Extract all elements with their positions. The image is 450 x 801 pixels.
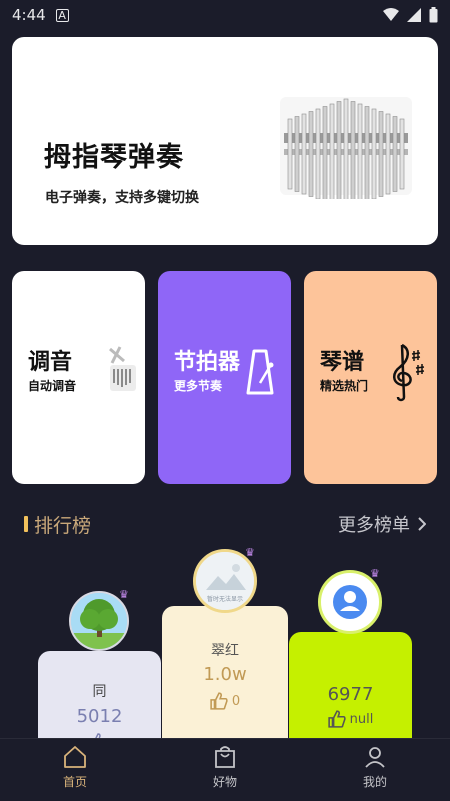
default-user-icon <box>333 585 367 619</box>
nav-shop-label: 好物 <box>212 775 237 789</box>
tuner-title: 调音 <box>28 350 73 375</box>
chevron-right-icon <box>418 517 426 531</box>
kalimba-tine <box>343 98 349 199</box>
more-rankings-label: 更多榜单 <box>338 515 410 536</box>
podium-second[interactable]: 同 5012 <box>38 651 161 751</box>
kalimba-tine <box>392 116 398 192</box>
tree-avatar-image <box>71 593 127 649</box>
crown-icon: ♛ <box>119 588 129 601</box>
home-icon <box>64 746 86 768</box>
crown-icon: ♛ <box>245 546 255 559</box>
status-time: 4:44 <box>12 6 46 24</box>
ranking-header: 排行榜 更多榜单 <box>24 510 426 538</box>
third-score: 6977 <box>327 684 374 705</box>
signal-icon <box>407 8 421 22</box>
metronome-card[interactable]: 节拍器 更多节奏 <box>158 271 291 484</box>
bottom-nav: 首页 好物 我的 <box>0 738 450 801</box>
more-rankings-link[interactable]: 更多榜单 <box>338 511 426 537</box>
hero-subtitle: 电子弹奏，支持多键切换 <box>45 190 199 206</box>
nav-profile[interactable]: 我的 <box>300 739 450 801</box>
second-name: 同 <box>92 684 107 700</box>
sheet-music-title: 琴谱 <box>320 350 365 375</box>
kalimba-tine <box>378 111 384 197</box>
ranking-title: 排行榜 <box>34 514 92 537</box>
first-likes-count: 0 <box>231 693 241 709</box>
kalimba-tine <box>385 113 391 195</box>
kalimba-tine <box>287 118 293 190</box>
nav-home[interactable]: 首页 <box>0 739 150 801</box>
kalimba-tine <box>301 113 307 195</box>
kalimba-tine <box>308 111 314 197</box>
hero-title: 拇指琴弹奏 <box>44 142 184 173</box>
battery-icon <box>429 7 438 23</box>
kalimba-tine <box>336 101 342 199</box>
first-likes: 0 <box>162 692 288 710</box>
status-bar: 4:44 A <box>0 0 450 30</box>
kalimba-tine <box>315 108 321 199</box>
third-likes: null <box>289 710 412 728</box>
nav-profile-label: 我的 <box>362 775 387 789</box>
shopping-bag-icon <box>215 746 235 768</box>
kalimba-image <box>280 97 412 199</box>
nav-home-label: 首页 <box>62 775 87 789</box>
sheet-music-card[interactable]: 琴谱 精选热门 <box>304 271 437 484</box>
podium-first[interactable]: 翠红 1.0w 0 <box>162 606 288 751</box>
profile-icon <box>365 747 385 768</box>
thumbs-up-icon <box>210 692 228 710</box>
crown-icon: ♛ <box>370 567 380 580</box>
second-score: 5012 <box>76 706 123 727</box>
kalimba-small-icon <box>109 346 136 391</box>
kalimba-tine <box>329 103 335 199</box>
metronome-title: 节拍器 <box>174 350 241 375</box>
first-avatar-caption: 暂时无法显示 <box>206 596 243 603</box>
kalimba-tine <box>371 108 377 199</box>
kalimba-tine <box>364 106 370 199</box>
metronome-subtitle: 更多节奏 <box>174 379 223 393</box>
nav-shop[interactable]: 好物 <box>150 739 300 801</box>
wifi-icon <box>383 8 399 21</box>
metronome-icon <box>246 349 274 395</box>
first-name: 翠红 <box>211 643 239 659</box>
kalimba-tine <box>322 106 328 199</box>
kalimba-tine <box>294 116 300 192</box>
kalimba-tine <box>357 103 363 199</box>
music-clef-icon <box>393 343 425 402</box>
kalimba-tine <box>399 118 405 190</box>
tuner-subtitle: 自动调音 <box>28 379 77 393</box>
kalimba-tine <box>350 101 356 199</box>
notification-a-icon: A <box>55 8 69 22</box>
podium-third[interactable]: 6977 null <box>289 632 412 751</box>
tuner-card[interactable]: 调音 自动调音 <box>12 271 145 484</box>
third-likes-count: null <box>349 711 374 727</box>
sheet-music-subtitle: 精选热门 <box>320 379 369 393</box>
thumbs-up-icon <box>327 710 346 728</box>
ranking-accent-bar <box>24 516 28 532</box>
first-score: 1.0w <box>203 664 247 685</box>
